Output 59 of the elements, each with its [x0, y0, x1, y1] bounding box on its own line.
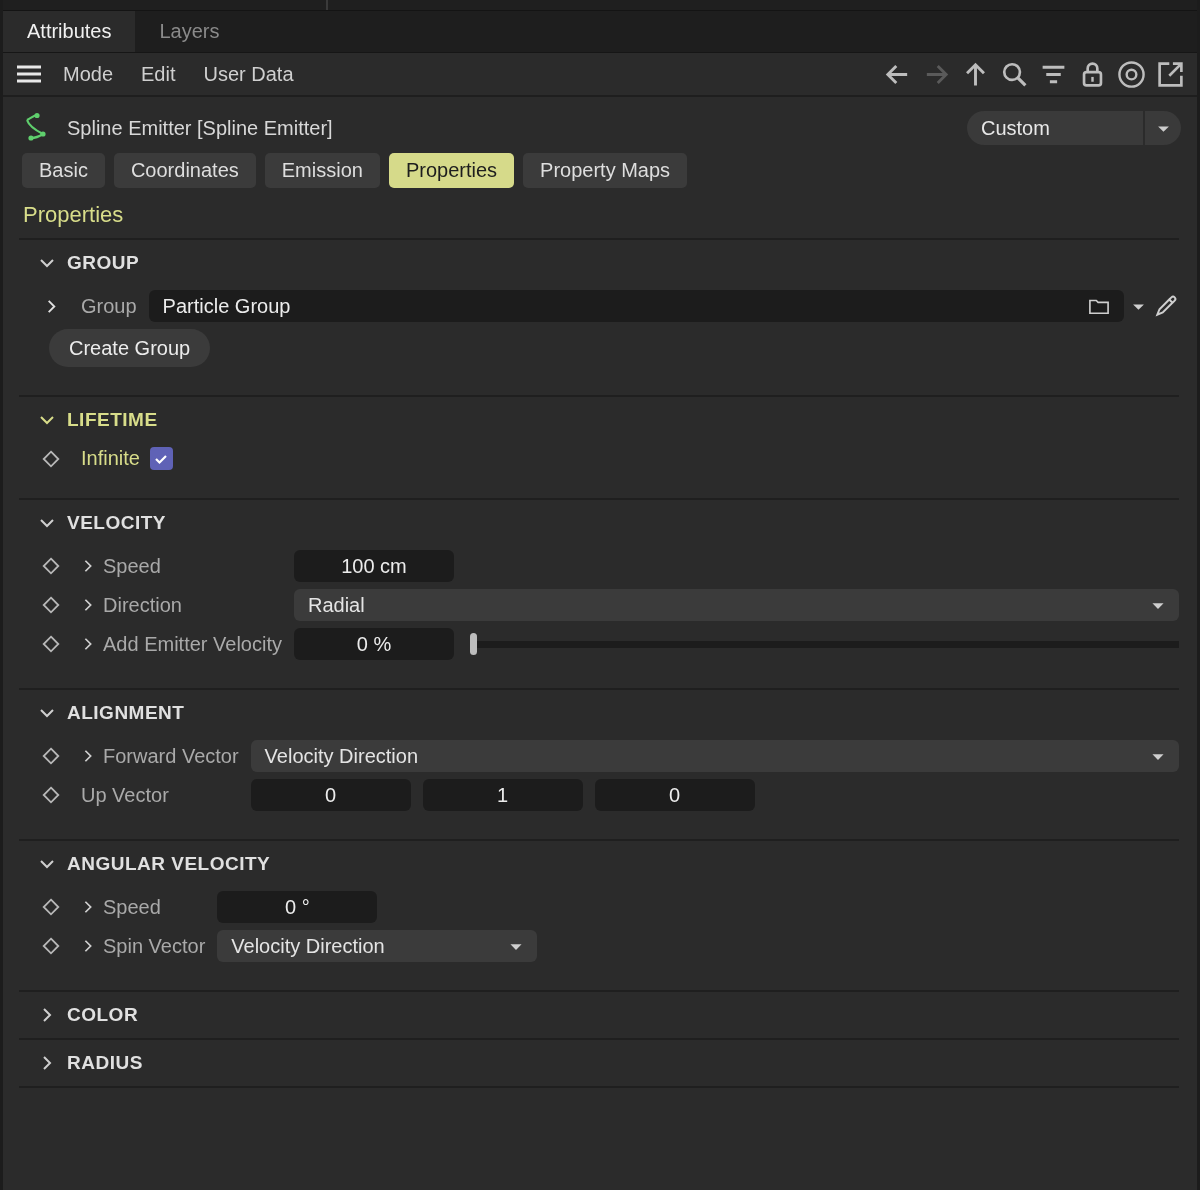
number-field[interactable]: 0 °: [217, 891, 378, 923]
field-label: Speed: [103, 554, 161, 578]
menu-item[interactable]: Mode: [49, 62, 128, 86]
field-label: Add Emitter Velocity: [103, 632, 282, 656]
tab[interactable]: Basic: [22, 153, 105, 188]
menu-item[interactable]: Edit: [127, 62, 190, 86]
eyedropper-icon[interactable]: [1153, 293, 1179, 319]
dropdown[interactable]: Radial: [293, 589, 1179, 621]
tab[interactable]: Emission: [264, 153, 380, 188]
menu-icon[interactable]: [15, 64, 43, 84]
tab[interactable]: Coordinates: [113, 153, 256, 188]
external-link-icon[interactable]: [1156, 59, 1185, 89]
field-label: Group: [81, 294, 137, 318]
keyframe-diamond-icon[interactable]: [42, 635, 60, 653]
caret-icon: [1151, 751, 1165, 761]
keyframe-diamond-icon[interactable]: [42, 786, 60, 804]
target-icon[interactable]: [1117, 59, 1146, 89]
field-label: Spin Vector: [103, 934, 206, 958]
section-header[interactable]: ANGULAR VELOCITY: [19, 841, 1179, 887]
number-field[interactable]: 0 %: [293, 628, 454, 660]
object-link-field[interactable]: Particle Group: [148, 290, 1124, 322]
panel-tab[interactable]: Attributes: [3, 11, 136, 52]
field-label: Direction: [103, 593, 182, 617]
menu-item[interactable]: User Data: [189, 62, 308, 86]
keyframe-diamond-icon[interactable]: [42, 449, 60, 468]
keyframe-diamond-icon[interactable]: [42, 557, 60, 575]
page-heading: Properties: [22, 201, 125, 229]
section-header[interactable]: VELOCITY: [19, 500, 1179, 546]
slider-thumb[interactable]: [469, 633, 477, 655]
dropdown[interactable]: Velocity Direction: [217, 930, 538, 962]
number-field[interactable]: 100 cm: [293, 550, 454, 582]
number-field[interactable]: 1: [422, 779, 583, 811]
keyframe-diamond-icon[interactable]: [42, 747, 60, 765]
tab[interactable]: Properties: [388, 153, 515, 188]
preset-dropdown[interactable]: Custom: [967, 111, 1181, 145]
keyframe-diamond-icon[interactable]: [42, 596, 60, 614]
section-header[interactable]: GROUP: [19, 240, 1179, 286]
panel-tab[interactable]: Layers: [135, 11, 244, 52]
number-field[interactable]: 0: [250, 779, 411, 811]
field-label: Forward Vector: [103, 744, 239, 768]
number-field[interactable]: 0: [594, 779, 755, 811]
field-label: Speed: [103, 895, 161, 919]
caret-icon: [1156, 123, 1170, 133]
keyframe-diamond-icon[interactable]: [42, 898, 60, 916]
tab[interactable]: Property Maps: [523, 153, 688, 188]
create-group-button[interactable]: Create Group: [49, 329, 211, 367]
dropdown[interactable]: Velocity Direction: [250, 740, 1179, 772]
keyframe-diamond-icon[interactable]: [42, 937, 60, 955]
checkbox[interactable]: [149, 447, 173, 470]
section-header[interactable]: COLOR: [19, 992, 1179, 1038]
caret-icon: [509, 941, 524, 951]
caret-icon: [1132, 301, 1145, 311]
object-title: Spline Emitter [Spline Emitter]: [67, 116, 333, 140]
section-header[interactable]: LIFETIME: [19, 397, 1179, 443]
section-header[interactable]: ALIGNMENT: [19, 690, 1179, 736]
field-label: Up Vector: [81, 783, 169, 807]
section-header[interactable]: RADIUS: [19, 1040, 1179, 1086]
caret-icon: [1151, 600, 1165, 610]
field-label: Infinite: [81, 447, 140, 470]
